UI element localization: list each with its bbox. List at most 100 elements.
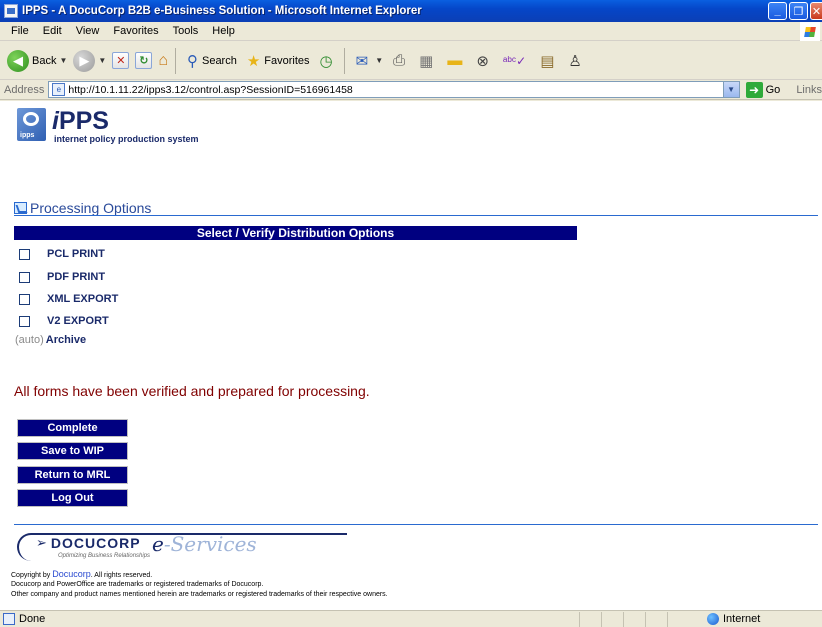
menu-edit[interactable]: Edit bbox=[36, 25, 69, 37]
footer-divider bbox=[14, 524, 818, 525]
back-arrow-icon: ◀ bbox=[7, 49, 29, 72]
eservices-logo: e-Services bbox=[152, 532, 257, 556]
back-label: Back bbox=[32, 54, 57, 67]
option-v2-export[interactable]: V2 EXPORT bbox=[19, 315, 109, 327]
home-icon: ⌂ bbox=[158, 51, 168, 69]
docucorp-logo: ➢ DOCUCORP Optimizing Business Relations… bbox=[14, 531, 354, 563]
processing-icon bbox=[14, 202, 27, 214]
search-label: Search bbox=[201, 54, 237, 67]
save-to-wip-button[interactable]: Save to WIP bbox=[17, 442, 128, 460]
window-title: IPPS - A DocuCorp B2B e-Business Solutio… bbox=[22, 5, 422, 17]
option-label: V2 EXPORT bbox=[47, 315, 109, 327]
complete-button[interactable]: Complete bbox=[17, 419, 128, 437]
menu-tools[interactable]: Tools bbox=[166, 25, 206, 37]
messenger-icon: ♙ bbox=[568, 52, 582, 70]
copyright-line: Copyright by Docucorp. All rights reserv… bbox=[11, 569, 152, 579]
menu-help[interactable]: Help bbox=[205, 25, 242, 37]
restore-button[interactable]: ❐ bbox=[789, 2, 808, 20]
status-cell bbox=[645, 611, 667, 627]
edit-button[interactable]: ▦ bbox=[412, 45, 440, 77]
zone-label: Internet bbox=[723, 613, 761, 625]
status-bar: Done Internet bbox=[0, 610, 822, 627]
refresh-button[interactable]: ↻ bbox=[132, 45, 155, 77]
docucorp-link[interactable]: Docucorp bbox=[52, 569, 91, 579]
status-cell bbox=[667, 611, 689, 627]
forward-button[interactable]: ▶ ▼ bbox=[70, 45, 109, 77]
pcl-print-checkbox[interactable] bbox=[19, 248, 30, 260]
pdf-print-checkbox[interactable] bbox=[19, 271, 30, 283]
mail-button[interactable]: ✉ ▼ bbox=[349, 45, 387, 77]
minimize-button[interactable]: _ bbox=[768, 2, 787, 20]
folder-button[interactable]: ▬ bbox=[440, 45, 469, 77]
favorites-button[interactable]: ★ Favorites bbox=[240, 45, 313, 77]
status-cell bbox=[579, 611, 601, 627]
stop-button[interactable]: ✕ bbox=[109, 45, 132, 77]
status-cell bbox=[601, 611, 623, 627]
forward-dropdown-icon[interactable]: ▼ bbox=[98, 56, 106, 65]
section-header: Processing Options bbox=[14, 200, 151, 216]
window-controls: _ ❐ ✕ bbox=[768, 2, 822, 20]
address-input[interactable]: e http://10.1.11.22/ipps3.12/control.asp… bbox=[48, 81, 740, 98]
option-pcl-print[interactable]: PCL PRINT bbox=[19, 248, 105, 260]
return-to-mrl-button[interactable]: Return to MRL bbox=[17, 466, 128, 484]
back-dropdown-icon[interactable]: ▼ bbox=[59, 56, 67, 65]
menu-file[interactable]: File bbox=[4, 25, 36, 37]
address-label: Address bbox=[4, 83, 45, 96]
menu-view[interactable]: View bbox=[69, 25, 107, 37]
close-button[interactable]: ✕ bbox=[810, 2, 822, 20]
toolbar-separator bbox=[174, 47, 176, 74]
menu-favorites[interactable]: Favorites bbox=[106, 25, 165, 37]
option-xml-export[interactable]: XML EXPORT bbox=[19, 293, 118, 305]
logo-subtitle: internet policy production system bbox=[54, 134, 199, 144]
page-viewport: ipps iPPS internet policy production sys… bbox=[0, 101, 818, 610]
option-pdf-print[interactable]: PDF PRINT bbox=[19, 271, 105, 283]
home-button[interactable]: ⌂ bbox=[155, 45, 171, 77]
divider bbox=[14, 215, 818, 216]
trademark-line-2: Other company and product names mentione… bbox=[11, 591, 388, 598]
arrow-icon: ➢ bbox=[36, 535, 47, 550]
ipps-logo-icon: ipps bbox=[17, 108, 46, 141]
links-button[interactable]: Links bbox=[796, 84, 822, 96]
go-button[interactable]: ➜ Go bbox=[745, 81, 780, 98]
logo-title-main: PPS bbox=[58, 107, 109, 135]
folder-icon: ▬ bbox=[447, 52, 463, 69]
option-label: PCL PRINT bbox=[47, 248, 105, 260]
options-header: Select / Verify Distribution Options bbox=[14, 226, 577, 240]
option-label: XML EXPORT bbox=[47, 293, 119, 305]
block-button[interactable]: ⊗ bbox=[469, 45, 496, 77]
print-button[interactable]: ⎙ bbox=[386, 45, 412, 77]
brand-tagline: Optimizing Business Relationships bbox=[58, 553, 151, 559]
logo-title: iPPS bbox=[52, 108, 199, 134]
address-url[interactable]: http://10.1.11.22/ipps3.12/control.asp?S… bbox=[68, 84, 352, 96]
copyright-suffix: . All rights reserved. bbox=[90, 572, 153, 579]
ipps-logo: ipps iPPS internet policy production sys… bbox=[17, 108, 199, 144]
edit-page-icon: ▦ bbox=[419, 52, 434, 70]
trademark-line-1: Docucorp and PowerOffice are trademarks … bbox=[11, 581, 264, 588]
search-button[interactable]: ⚲ Search bbox=[180, 45, 240, 77]
brand-name: DOCUCORP bbox=[50, 535, 141, 551]
v2-export-checkbox[interactable] bbox=[19, 315, 30, 327]
mail-dropdown-icon[interactable]: ▼ bbox=[375, 56, 383, 65]
block-icon: ⊗ bbox=[476, 52, 489, 70]
archive-prefix: (auto) bbox=[15, 334, 44, 346]
favorites-label: Favorites bbox=[264, 54, 310, 67]
scrollbar[interactable] bbox=[818, 101, 822, 610]
section-title: Processing Options bbox=[30, 200, 152, 216]
spellcheck-button[interactable]: ᵃᵇᶜ✓ bbox=[496, 45, 533, 77]
spellcheck-icon: ᵃᵇᶜ✓ bbox=[502, 53, 527, 68]
stop-icon: ✕ bbox=[112, 52, 130, 69]
toolbar: ◀ Back ▼ ▶ ▼ ✕ ↻ ⌂ ⚲ Search ★ Favorites … bbox=[0, 42, 822, 80]
security-zone[interactable]: Internet bbox=[707, 613, 760, 625]
history-button[interactable]: ◷ bbox=[313, 45, 340, 77]
page-icon: e bbox=[52, 83, 66, 96]
back-button[interactable]: ◀ Back ▼ bbox=[4, 45, 70, 77]
log-out-button[interactable]: Log Out bbox=[17, 489, 128, 507]
history-icon: ◷ bbox=[319, 52, 333, 70]
messenger-button[interactable]: ♙ bbox=[561, 45, 588, 77]
research-button[interactable]: ▤ bbox=[533, 45, 561, 77]
globe-icon bbox=[707, 613, 719, 625]
address-dropdown-icon[interactable]: ▼ bbox=[722, 82, 739, 97]
archive-option: (auto) Archive bbox=[15, 334, 86, 346]
xml-export-checkbox[interactable] bbox=[19, 293, 30, 305]
logo-title-prefix: i bbox=[52, 107, 59, 135]
